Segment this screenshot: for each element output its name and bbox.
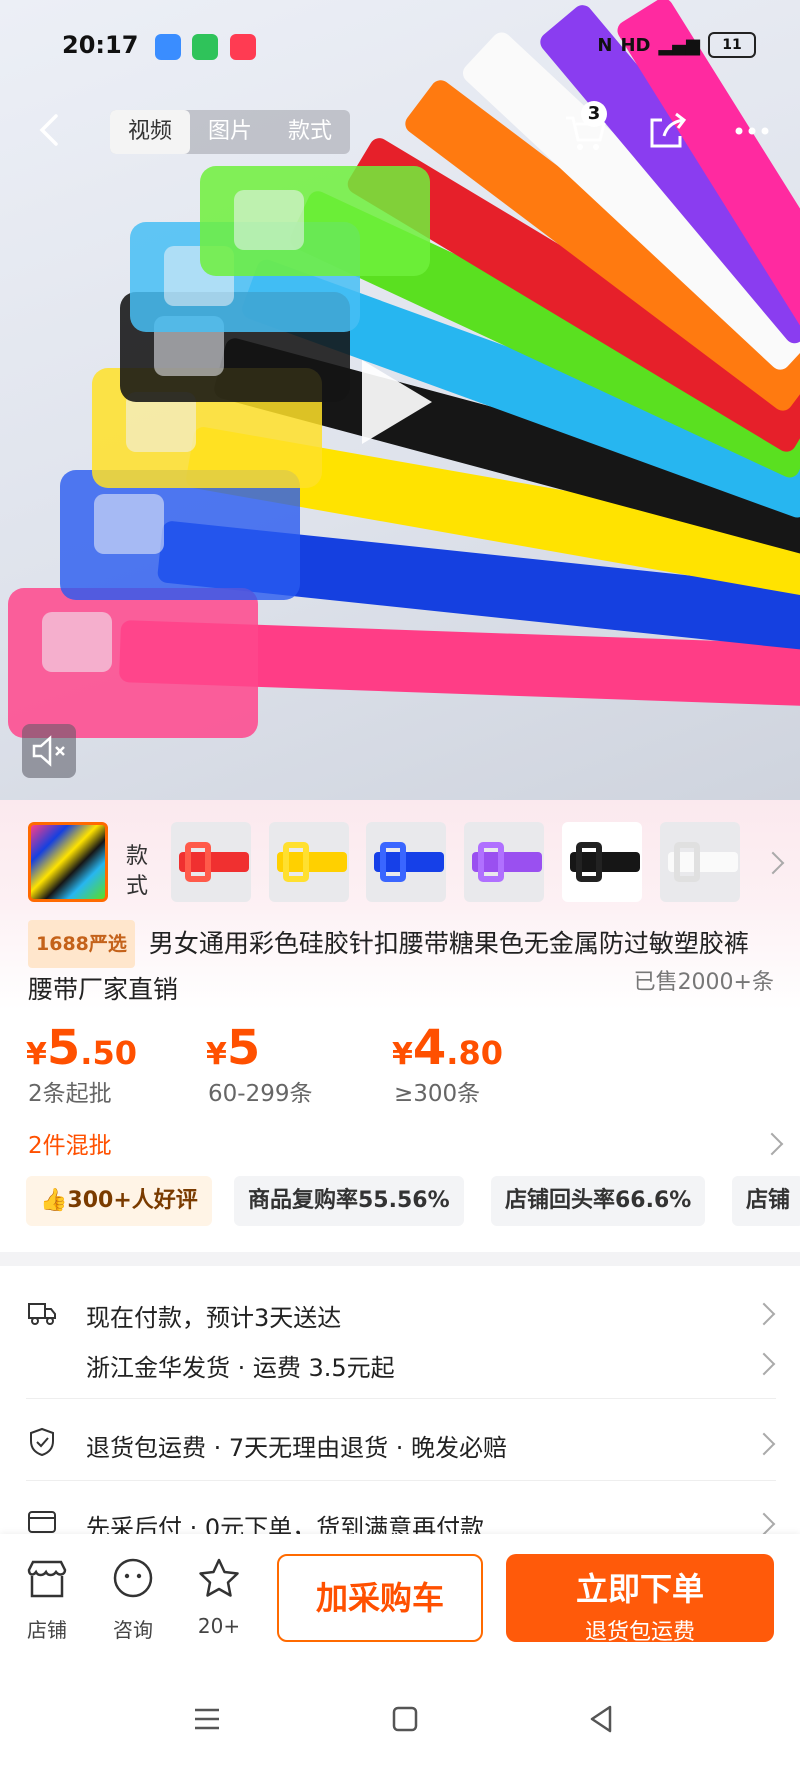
tab-styles[interactable]: 款式 — [270, 110, 350, 154]
thumbnail-yellow[interactable] — [269, 822, 349, 902]
buckle-blue — [60, 470, 300, 600]
thumbnail-black[interactable] — [562, 822, 642, 902]
yanxuan-tag: 1688严选 — [28, 920, 135, 968]
row-divider — [26, 1480, 776, 1481]
buy-now-label: 立即下单 — [575, 1570, 704, 1608]
nfc-icon: N — [597, 34, 613, 56]
buckle-green — [200, 166, 430, 276]
price-tier-3: ¥4.80 — [392, 1020, 503, 1076]
shop-badge[interactable]: 店铺 — [732, 1176, 800, 1226]
thumbnail-blue[interactable] — [366, 822, 446, 902]
price-int: 5 — [226, 1020, 261, 1076]
back-icon[interactable] — [30, 110, 70, 150]
battery-icon: 11 — [708, 32, 756, 58]
price-int: 5 — [46, 1020, 81, 1076]
status-bar: 20:17 N HD ▂▄▆ 11 — [0, 0, 800, 92]
truck-icon — [28, 1303, 56, 1325]
thumbs-up-icon: 👍 — [40, 1188, 68, 1213]
app-notification-icon — [155, 34, 181, 60]
chevron-right-icon[interactable] — [752, 1352, 776, 1376]
thumbnail-all-colors[interactable] — [28, 822, 108, 902]
repurchase-rate-badge[interactable]: 商品复购率55.56% — [234, 1176, 464, 1226]
buy-now-button[interactable]: 立即下单 退货包运费 — [506, 1554, 774, 1645]
mute-icon[interactable] — [22, 724, 76, 778]
thumbnail-red[interactable] — [171, 822, 251, 902]
currency-symbol: ¥ — [392, 1037, 413, 1072]
chevron-right-icon[interactable] — [752, 1432, 776, 1456]
chevron-right-icon[interactable] — [752, 1302, 776, 1326]
price-int: 4 — [412, 1020, 447, 1076]
shop-icon[interactable] — [24, 1556, 70, 1602]
buckle-pink — [8, 588, 258, 738]
price-dec: .50 — [80, 1034, 137, 1072]
play-icon[interactable] — [362, 360, 432, 444]
shop-label[interactable]: 店铺 — [12, 1614, 82, 1643]
thumbnail-white[interactable] — [660, 822, 740, 902]
tier-qty-1: 2条起批 — [28, 1081, 112, 1107]
app-notification-icon — [192, 34, 218, 60]
bottom-action-bar: 店铺 咨询 20+ 加采购车 立即下单 退货包运费 — [0, 1534, 800, 1654]
share-icon[interactable] — [642, 106, 692, 156]
row-divider — [26, 1398, 776, 1399]
shield-icon — [30, 1427, 54, 1457]
chevron-right-icon[interactable] — [752, 1512, 776, 1536]
system-nav-bar — [0, 1654, 800, 1787]
menu-icon[interactable] — [190, 1702, 224, 1736]
style-label: 款式 — [126, 844, 149, 899]
buy-now-sublabel: 退货包运费 — [584, 1620, 695, 1645]
currency-symbol: ¥ — [26, 1037, 47, 1072]
consult-label[interactable]: 咨询 — [98, 1614, 168, 1643]
favorites-count[interactable]: 20+ — [184, 1614, 254, 1638]
tier-qty-3: ≥300条 — [394, 1081, 481, 1107]
tab-images[interactable]: 图片 — [190, 110, 270, 154]
home-icon[interactable] — [388, 1702, 422, 1736]
mixed-batch-link[interactable]: 2件混批 — [28, 1126, 112, 1160]
shipping-origin-row[interactable]: 浙江金华发货 · 运费 3.5元起 — [86, 1348, 395, 1383]
status-time: 20:17 — [62, 31, 139, 59]
chevron-right-icon[interactable] — [761, 851, 785, 875]
chat-bubble-icon[interactable] — [110, 1556, 156, 1602]
signal-icon: ▂▄▆ — [658, 34, 700, 56]
price-tier-1: ¥5.50 — [26, 1020, 137, 1076]
sold-count: 已售2000+条 — [633, 970, 774, 995]
tab-video[interactable]: 视频 — [110, 110, 191, 154]
price-tier-2: ¥5 — [206, 1020, 260, 1076]
tier-qty-2: 60-299条 — [208, 1081, 313, 1107]
return-customer-badge[interactable]: 店铺回头率66.6% — [491, 1176, 706, 1226]
cart-badge: 3 — [581, 101, 607, 127]
currency-symbol: ¥ — [206, 1037, 227, 1072]
media-tabs: 视频 图片 款式 — [110, 110, 351, 154]
guarantee-row[interactable]: 退货包运费 · 7天无理由退货 · 晚发必赔 — [86, 1428, 507, 1463]
status-right: N HD ▂▄▆ 11 — [597, 32, 756, 58]
star-icon[interactable] — [196, 1556, 242, 1602]
thumbnail-purple[interactable] — [464, 822, 544, 902]
price-dec: .80 — [446, 1034, 503, 1072]
hd-icon: HD — [620, 34, 651, 56]
add-to-cart-button[interactable]: 加采购车 — [277, 1554, 483, 1642]
music-app-icon — [230, 34, 256, 60]
more-icon[interactable] — [727, 106, 777, 156]
reviews-badge[interactable]: 👍300+人好评 — [26, 1176, 212, 1226]
shipping-time-row[interactable]: 现在付款，预计3天送达 — [86, 1298, 341, 1333]
back-nav-icon[interactable] — [584, 1702, 618, 1736]
chevron-right-icon[interactable] — [760, 1132, 784, 1156]
style-thumbnails — [0, 800, 800, 910]
section-divider — [0, 1252, 800, 1266]
top-nav: 视频 图片 款式 — [0, 100, 800, 160]
